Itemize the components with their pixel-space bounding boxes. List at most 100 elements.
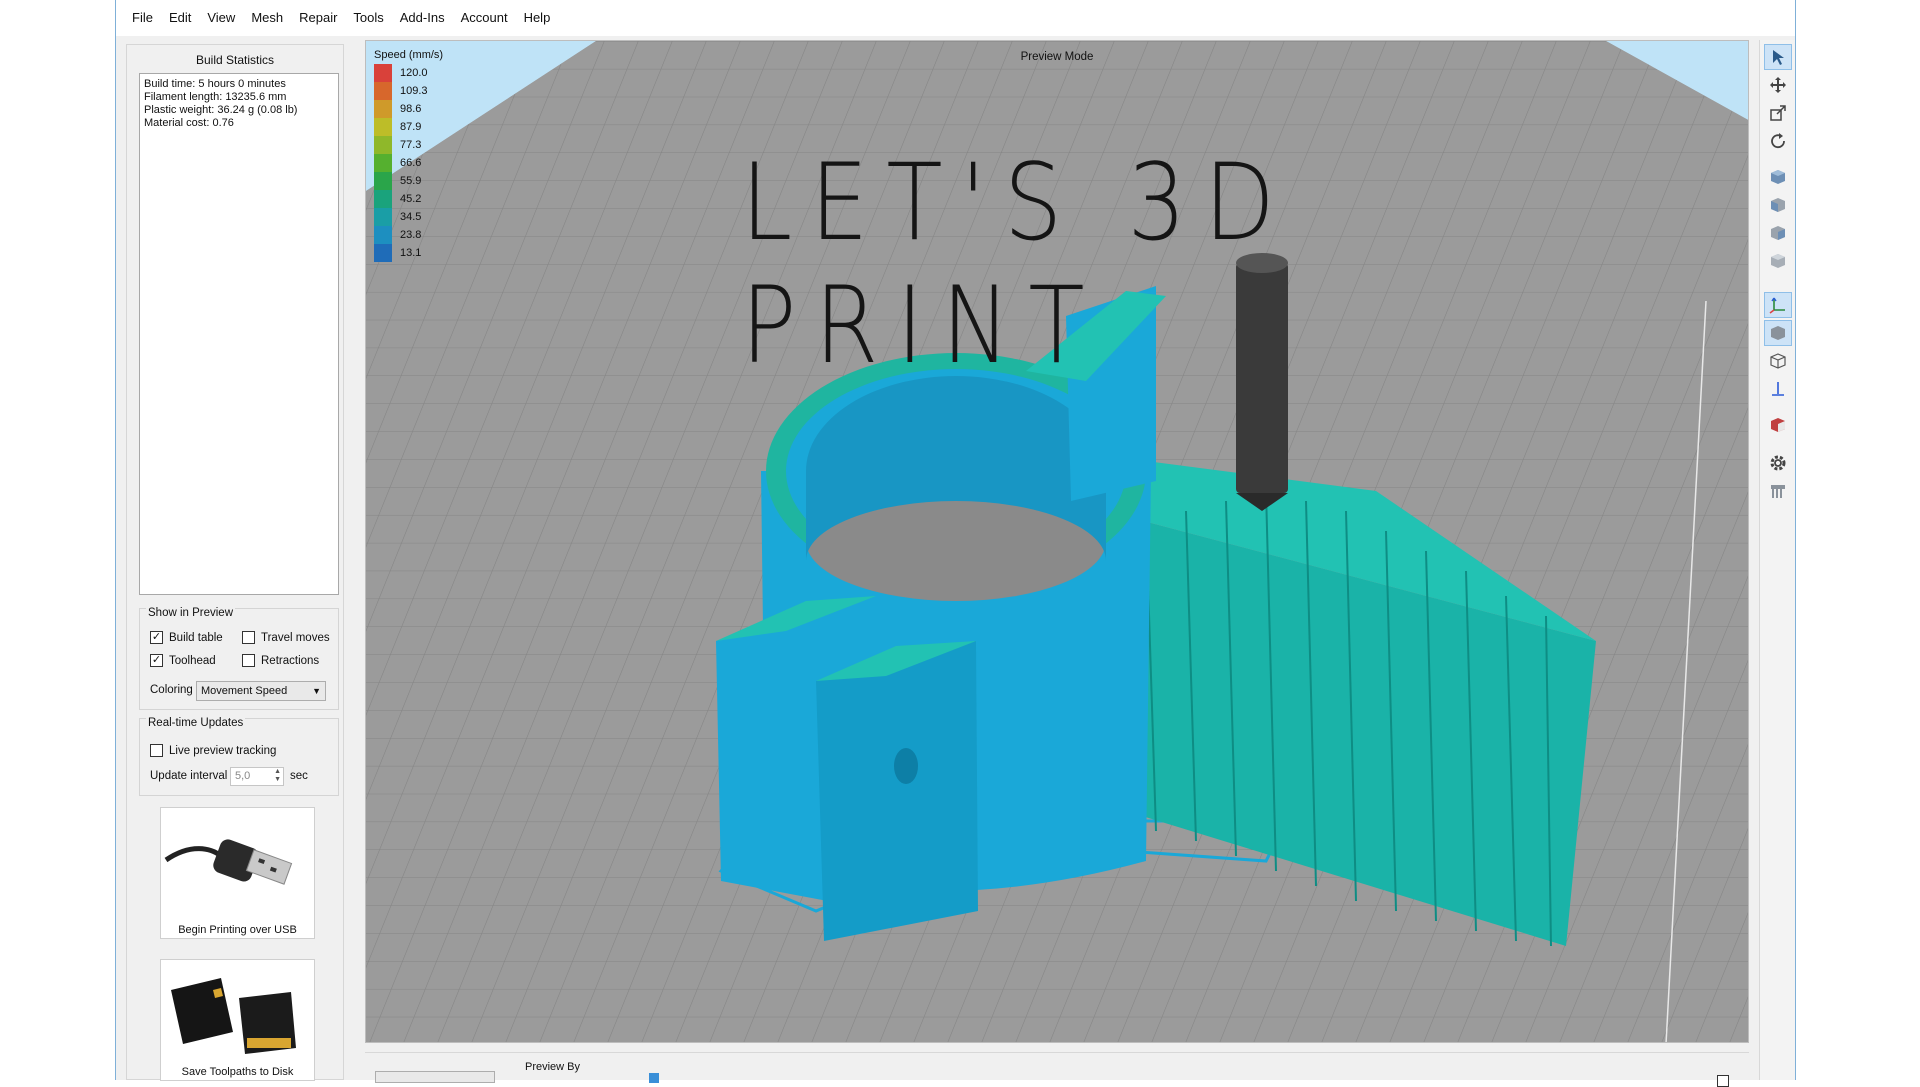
cursor-icon (1773, 50, 1784, 65)
menu-tools[interactable]: Tools (345, 0, 391, 36)
build-statistics-box: Build time: 5 hours 0 minutes Filament l… (139, 73, 339, 595)
legend-value: 98.6 (400, 103, 422, 115)
supports-icon (1771, 485, 1785, 498)
solid-view-button[interactable] (1764, 320, 1792, 346)
rotate-tool-button[interactable] (1764, 128, 1792, 154)
left-panel: Build Statistics Build time: 5 hours 0 m… (126, 44, 344, 1081)
show-in-preview-group: Show in Preview ✓ Build table Travel mov… (139, 607, 339, 710)
preview-by-label: Preview By (525, 1061, 581, 1073)
move-tool-button[interactable] (1764, 72, 1792, 98)
settings-button[interactable] (1764, 450, 1792, 476)
axes-toggle-button[interactable] (1764, 292, 1792, 318)
sd-label: Save Toolpaths to Disk (181, 1066, 294, 1078)
legend-row: 34.5 (374, 208, 443, 226)
legend-rows: 120.0 109.3 98.6 87.9 77.3 66.6 55.9 45.2 34.5 23… (374, 64, 443, 262)
gear-icon (1770, 455, 1786, 471)
save-toolpaths-button[interactable]: Save Toolpaths to Disk (160, 959, 315, 1081)
live-preview-check-box[interactable] (150, 744, 163, 757)
legend-swatch (374, 64, 392, 82)
menu-edit[interactable]: Edit (161, 0, 199, 36)
travel-moves-checkbox[interactable]: Travel moves (242, 631, 330, 644)
speed-legend: Speed (mm/s) 120.0 109.3 98.6 87.9 77.3 66.6 5… (374, 49, 443, 262)
menu-view[interactable]: View (199, 0, 243, 36)
solid-cube-icon (1771, 326, 1785, 340)
preview-slider-handle[interactable] (649, 1073, 659, 1083)
legend-row: 13.1 (374, 244, 443, 262)
legend-value: 120.0 (400, 67, 428, 79)
axes-icon (1769, 297, 1785, 314)
view-side-button[interactable] (1764, 220, 1792, 246)
legend-row: 23.8 (374, 226, 443, 244)
build-table-checkbox[interactable]: ✓ Build table (150, 631, 223, 644)
build-time-line: Build time: 5 hours 0 minutes (144, 78, 286, 90)
spin-arrows-icon[interactable]: ▲ ▼ (274, 768, 281, 784)
move-icon (1770, 77, 1786, 93)
retractions-checkbox[interactable]: Retractions (242, 654, 319, 667)
normal-arrow-icon (1772, 382, 1784, 396)
legend-swatch (374, 208, 392, 226)
legend-value: 109.3 (400, 85, 428, 97)
begin-printing-usb-button[interactable]: Begin Printing over USB (160, 807, 315, 939)
cube-front-icon (1771, 198, 1785, 212)
legend-value: 34.5 (400, 211, 422, 223)
update-interval-label: Update interval (150, 770, 228, 782)
retractions-check-box[interactable] (242, 654, 255, 667)
legend-swatch (374, 82, 392, 100)
legend-row: 77.3 (374, 136, 443, 154)
usb-label: Begin Printing over USB (178, 924, 297, 936)
legend-row: 120.0 (374, 64, 443, 82)
coloring-select[interactable]: Movement Speed ▼ (196, 681, 326, 701)
legend-row: 66.6 (374, 154, 443, 172)
scale-tool-button[interactable] (1764, 100, 1792, 126)
menu-mesh[interactable]: Mesh (243, 0, 291, 36)
menu-repair[interactable]: Repair (291, 0, 345, 36)
menu-help[interactable]: Help (516, 0, 559, 36)
usb-cable-icon (164, 839, 293, 885)
legend-value: 23.8 (400, 229, 422, 241)
bottom-checkbox[interactable] (1717, 1075, 1729, 1087)
menu-add-ins[interactable]: Add-Ins (392, 0, 453, 36)
live-preview-tracking-checkbox[interactable]: Live preview tracking (150, 744, 276, 757)
sd-card-icon (171, 978, 296, 1054)
legend-swatch (374, 172, 392, 190)
menu-account[interactable]: Account (453, 0, 516, 36)
view-top-button[interactable] (1764, 248, 1792, 274)
view-front-button[interactable] (1764, 192, 1792, 218)
toolhead-checkbox[interactable]: ✓ Toolhead (150, 654, 216, 667)
select-tool-button[interactable] (1764, 44, 1792, 70)
wireframe-view-button[interactable] (1764, 348, 1792, 374)
build-table-check-box[interactable]: ✓ (150, 631, 163, 644)
section-cube-icon (1771, 418, 1785, 432)
wireframe-cube-icon (1770, 353, 1786, 369)
toolhead-check-box[interactable]: ✓ (150, 654, 163, 667)
legend-swatch (374, 226, 392, 244)
preview-mode-label: Preview Mode (1020, 51, 1094, 63)
show-in-preview-title: Show in Preview (146, 607, 236, 619)
app-window: File Edit View Mesh Repair Tools Add-Ins… (115, 0, 1796, 1087)
cube-iso-icon (1771, 170, 1785, 184)
retractions-label: Retractions (261, 654, 320, 667)
legend-swatch (374, 244, 392, 262)
build-statistics-title: Build Statistics (195, 53, 275, 67)
update-interval-unit: sec (290, 770, 308, 782)
scale-icon (1770, 105, 1786, 121)
legend-value: 77.3 (400, 139, 422, 151)
cube-top-icon (1771, 254, 1785, 268)
filament-length-line: Filament length: 13235.6 mm (144, 91, 287, 103)
update-interval-spinbox[interactable]: 5,0 ▲ ▼ (230, 767, 284, 786)
preview-viewport[interactable]: LET'S 3D PRINT Preview Mode Speed (mm/s)… (365, 40, 1749, 1043)
material-cost-line: Material cost: 0.76 (144, 117, 234, 129)
supports-button[interactable] (1764, 478, 1792, 504)
normals-button[interactable] (1764, 376, 1792, 402)
legend-swatch (374, 118, 392, 136)
toolhead-label: Toolhead (169, 654, 216, 667)
section-view-button[interactable] (1764, 412, 1792, 438)
view-iso-button[interactable] (1764, 164, 1792, 190)
legend-value: 55.9 (400, 175, 422, 187)
menu-file[interactable]: File (124, 0, 161, 36)
play-button[interactable] (375, 1071, 495, 1083)
legend-row: 87.9 (374, 118, 443, 136)
legend-swatch (374, 190, 392, 208)
travel-moves-check-box[interactable] (242, 631, 255, 644)
menu-bar: File Edit View Mesh Repair Tools Add-Ins… (116, 0, 1795, 36)
